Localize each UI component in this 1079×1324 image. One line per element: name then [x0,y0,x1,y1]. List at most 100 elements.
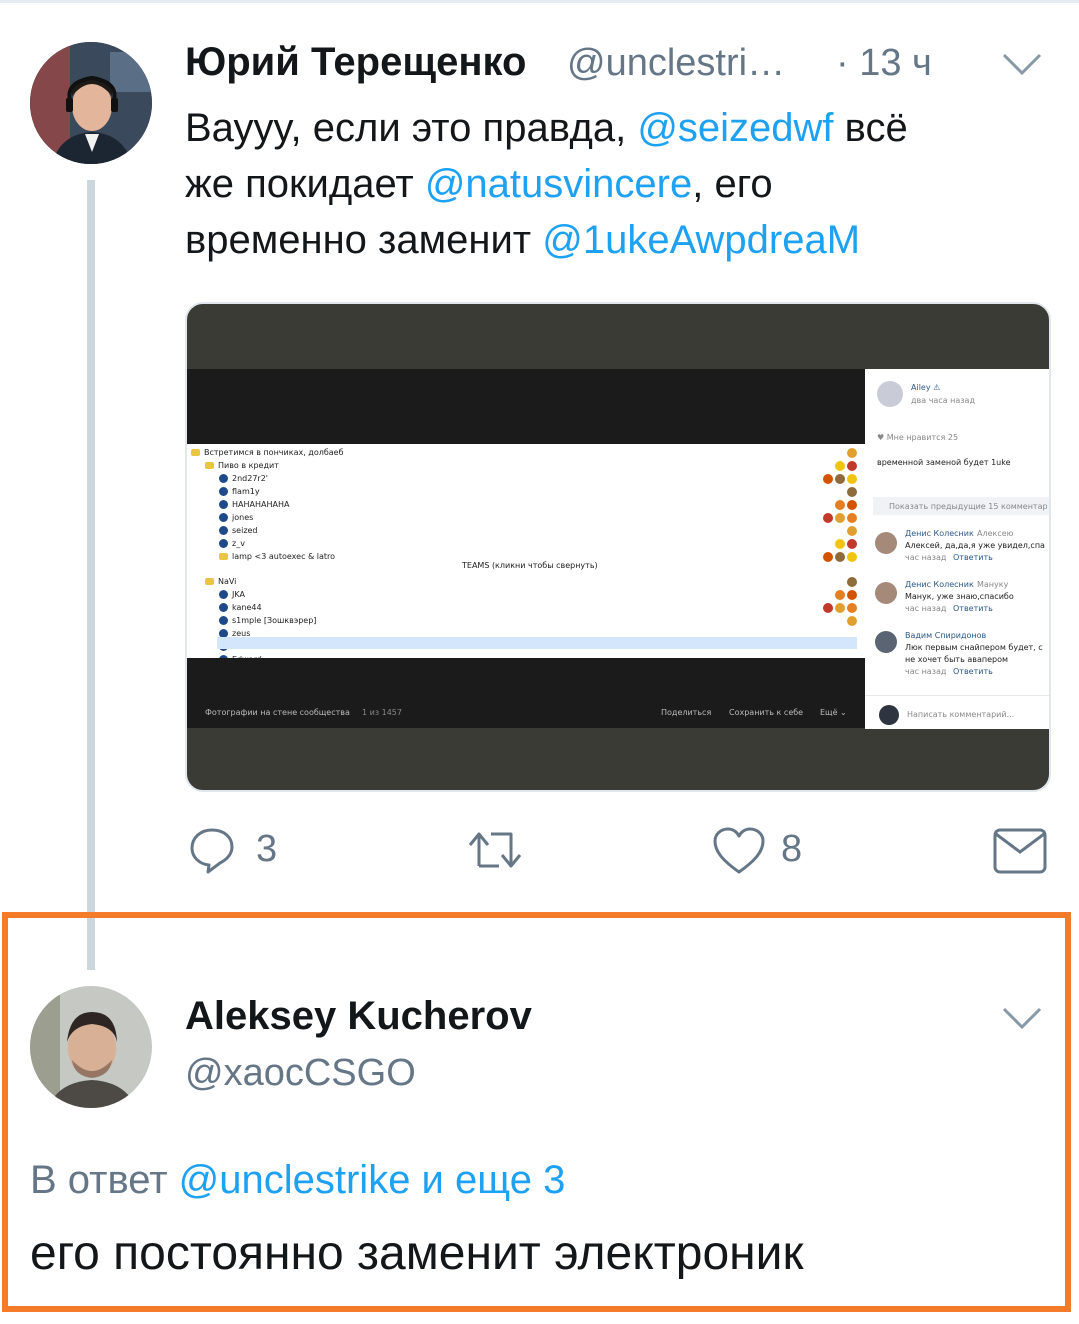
user-badge-icon [847,448,857,458]
comment-author[interactable]: Вадим Спиридонов [905,631,986,640]
author-handle[interactable]: @xaocCSGO [185,1052,416,1095]
user-row[interactable]: jones [219,513,253,522]
mention-link[interactable]: @natusvincere [425,162,692,206]
retweet-icon[interactable] [465,826,525,874]
post-author[interactable]: Ailey ⚠ [911,383,940,392]
tweet-text: его постоянно заменит электроник [30,1227,804,1280]
user-badge-icon [823,474,833,484]
user-status-icon [219,603,228,612]
share-link[interactable]: Поделиться [661,708,711,717]
avatar[interactable] [30,42,152,164]
post-time: два часа назад [911,396,975,405]
avatar[interactable] [875,532,897,554]
user-row[interactable]: JKA [219,590,245,599]
user-badge-icon [835,500,845,510]
tree-label: flam1y [232,487,260,496]
comment-author[interactable]: Денис Колесник [905,580,974,589]
comment-text: Люк первым снайпером будет, с [905,643,1043,652]
vk-comments-panel: Ailey ⚠ два часа назад ♥ Мне нравится 25… [865,369,1049,729]
user-badge-icon [847,526,857,536]
tree-label: HAHAHAHAHA [232,500,290,509]
mention-link[interactable]: @seizedwf [637,106,833,150]
user-badge-icon [847,487,857,497]
avatar[interactable] [30,986,152,1108]
comment-author[interactable]: Денис Колесник [905,529,974,538]
tweet-media-image[interactable]: Встретимся в пончиках, долбаеб Пиво в кре… [185,302,1051,792]
channel-row[interactable]: lamp <3 autoexec & latro [219,552,335,561]
tree-label: s1mple [Зошквэрер] [232,616,317,625]
channel-row[interactable]: NaVi [205,577,236,586]
user-row[interactable]: kane44 [219,603,262,612]
reply-link[interactable]: Ответить [953,604,993,613]
author-name[interactable]: Aleksey Kucherov [185,994,532,1039]
like-heart-icon[interactable] [712,826,766,876]
comment-time: час назад [905,604,947,613]
user-row[interactable]: seized [219,526,258,535]
user-row[interactable]: z_v [219,539,245,548]
direct-message-icon[interactable] [993,828,1047,874]
user-status-icon [219,474,228,483]
save-link[interactable]: Сохранить к себе [729,708,803,717]
user-badge-icon [847,577,857,587]
comment-text: Алексей, да,да,я уже увидел,спа [905,541,1045,550]
user-row[interactable]: 2nd27r2' [219,474,268,483]
avatar[interactable] [875,582,897,604]
channel-row[interactable]: Пиво в кредит [205,461,279,470]
more-link[interactable]: Ещё ⌄ [820,708,847,717]
write-comment-input[interactable]: Написать комментарий... [907,710,1014,719]
person-icon [30,42,152,164]
user-status-icon [219,487,228,496]
tree-label: JKA [232,590,245,599]
user-badge-icon [847,500,857,510]
tweet-time[interactable]: · 13 ч [836,42,932,85]
teams-header[interactable]: TEAMS (кликни чтобы свернуть) [462,561,598,570]
selected-row-highlight [217,637,857,649]
user-badge-icon [835,513,845,523]
reply-link[interactable]: Ответить [953,667,993,676]
author-handle[interactable]: @unclestri… [567,42,785,85]
comment-time: час назад [905,553,947,562]
chevron-down-icon[interactable] [1002,52,1042,76]
likes-count[interactable]: ♥ Мне нравится 25 [877,433,958,442]
channel-row[interactable]: Встретимся в пончиках, долбаеб [191,448,344,457]
user-row[interactable]: s1mple [Зошквэрер] [219,616,316,625]
album-counter: 1 из 1457 [362,708,402,717]
channel-icon [191,449,200,456]
user-badge-icon [847,461,857,471]
tree-label: z_v [232,539,245,548]
reply-link[interactable]: Ответить [953,553,993,562]
user-badge-icon [823,603,833,613]
user-badge-icon [823,513,833,523]
avatar[interactable] [875,631,897,653]
user-status-icon [219,590,228,599]
tree-label: seized [232,526,258,535]
user-status-icon [219,616,228,625]
tree-label: kane44 [232,603,262,612]
album-title[interactable]: Фотографии на стене сообщества [205,708,350,717]
user-row[interactable]: HAHAHAHAHA [219,500,289,509]
author-name[interactable]: Юрий Терещенко [185,40,526,85]
user-status-icon [219,513,228,522]
chevron-down-icon[interactable] [1002,1006,1042,1030]
channel-icon [219,553,228,560]
avatar[interactable] [877,381,903,407]
user-badge-icon [847,590,857,600]
reply-icon[interactable] [188,826,236,874]
user-status-icon [219,500,228,509]
tree-label: NaVi [218,577,237,586]
comment-divider [865,695,1049,696]
comment-reply-to: Мануку [977,580,1009,589]
teamspeak-panel: Встретимся в пончиках, долбаеб Пиво в кре… [187,444,865,664]
user-status-icon [219,526,228,535]
mention-link[interactable]: @1ukeAwpdreaM [542,218,860,262]
show-previous-comments[interactable]: Показать предыдущие 15 комментар [889,502,1048,511]
reply-to-link[interactable]: @unclestrike и еще 3 [179,1158,566,1202]
user-row[interactable]: flam1y [219,487,260,496]
user-badge-icon [823,552,833,562]
user-badge-icon [847,474,857,484]
post-caption: временной заменой будет 1uke [877,458,1011,467]
user-badge-icon [835,552,845,562]
tweet-text: Вауyy, если это правда, @seizedwf всё же… [185,106,908,262]
user-badge-icon [847,552,857,562]
tree-label: jones [232,513,254,522]
